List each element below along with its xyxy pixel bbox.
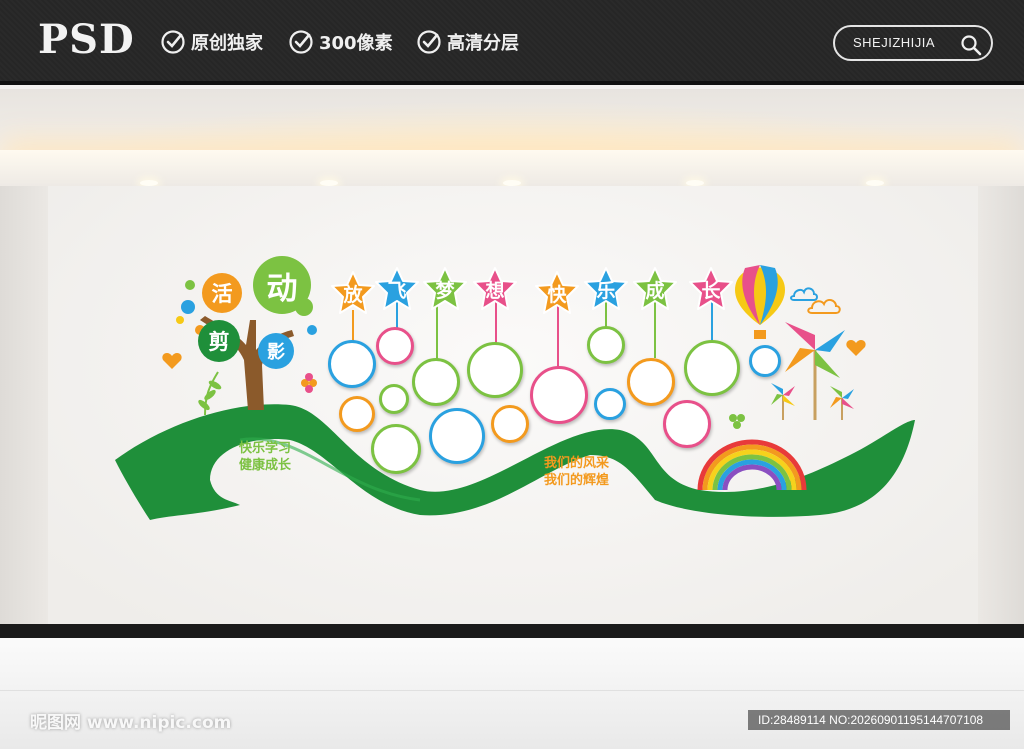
- hot-air-balloon-icon: [735, 265, 785, 339]
- tree-dot: [176, 316, 184, 324]
- star-title: 放: [330, 270, 376, 316]
- photo-frame: [530, 366, 588, 424]
- star-title-label: 乐: [596, 279, 616, 302]
- star-title-label: 梦: [435, 279, 455, 302]
- star-title: 成: [632, 266, 678, 312]
- photo-frame: [412, 358, 460, 406]
- photo-frame: [371, 424, 421, 474]
- photo-frame: [749, 345, 781, 377]
- tree-dot: [185, 280, 195, 290]
- tree-word-bubble: 剪: [198, 320, 240, 362]
- star-title-label: 飞: [387, 279, 407, 302]
- pinwheel-icon: [771, 383, 795, 420]
- photo-frame: [429, 408, 485, 464]
- cloud-icon: [807, 298, 841, 314]
- slogan-line: 健康成长: [239, 458, 292, 473]
- clover-icon: [729, 414, 745, 429]
- star-title: 长: [688, 266, 734, 312]
- slogan-line: 快乐学习: [239, 441, 292, 456]
- star-title-label: 想: [485, 279, 505, 302]
- slogan-right: 我们的风采 我们的辉煌: [544, 455, 609, 489]
- heart-icon: [846, 340, 866, 356]
- tree-word-bubble: 活: [202, 273, 242, 313]
- slogan-line: 我们的辉煌: [544, 473, 610, 488]
- star-title: 乐: [583, 266, 629, 312]
- slogan-line: 我们的风采: [544, 456, 610, 471]
- photo-frame: [684, 340, 740, 396]
- star-title: 梦: [422, 266, 468, 312]
- pinwheel-icon: [830, 386, 854, 420]
- star-title-label: 成: [645, 279, 665, 302]
- star-title-label: 放: [343, 283, 363, 306]
- heart-icon: [162, 353, 182, 369]
- photo-frame: [339, 396, 375, 432]
- tree-word-bubble: 动: [253, 256, 311, 314]
- photo-frame: [491, 405, 529, 443]
- photo-frame: [376, 327, 414, 365]
- star-title: 想: [472, 266, 518, 312]
- photo-frame: [663, 400, 711, 448]
- photo-frame: [587, 326, 625, 364]
- rainbow-icon: [697, 439, 807, 491]
- watermark-id: ID:28489114 NO:20260901195144707108: [748, 710, 1010, 730]
- photo-frame: [467, 342, 523, 398]
- photo-frame: [379, 384, 409, 414]
- star-title-label: 快: [547, 283, 567, 306]
- cloud-icon: [790, 287, 818, 301]
- star-title: 快: [534, 270, 580, 316]
- tree-dot: [307, 325, 317, 335]
- photo-frame: [594, 388, 626, 420]
- flower-icon: [301, 373, 317, 393]
- star-title-label: 长: [701, 279, 721, 302]
- photo-frame: [627, 358, 675, 406]
- star-title: 飞: [374, 266, 420, 312]
- slogan-left: 快乐学习 健康成长: [239, 440, 291, 474]
- watermark-site: 昵图网 www.nipic.com: [30, 713, 232, 733]
- photo-frame: [328, 340, 376, 388]
- tree-word-bubble: 影: [258, 333, 294, 369]
- tree-dot: [181, 300, 195, 314]
